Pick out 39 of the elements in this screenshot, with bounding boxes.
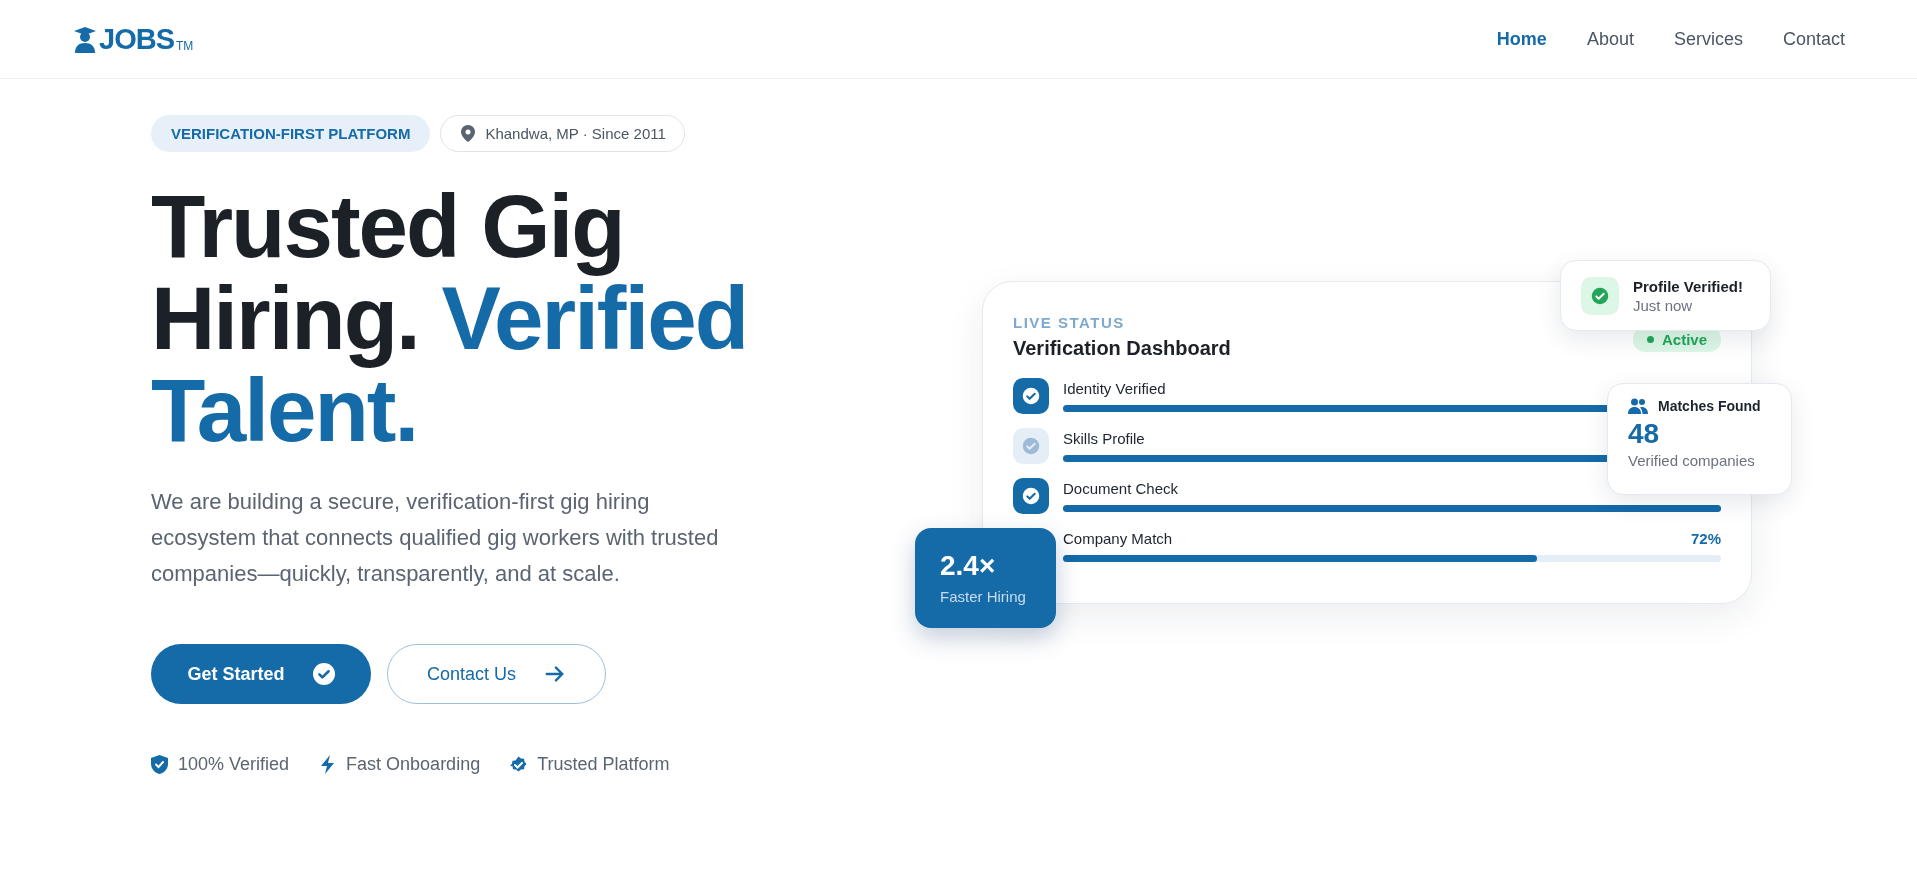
nav-link[interactable]: About — [1586, 28, 1634, 50]
logo-text: JOBS — [99, 22, 174, 56]
notification-time: Just now — [1633, 296, 1694, 314]
arrow-right-icon — [544, 663, 566, 685]
location-text: Khandwa, MP · Since 2011 — [485, 125, 666, 142]
matches-count: 48 — [1628, 418, 1661, 450]
headline: Trusted Gig Hiring. Verified Talent. — [151, 180, 749, 456]
hero-description: We are building a secure, verification-first gig hiring ecosystem that connects qualified gig workers with trusted companies—quickly, transparently, and at scale. — [151, 488, 720, 588]
people-icon — [1628, 398, 1648, 414]
row-label: Company Match — [1063, 530, 1173, 549]
feature-label: Fast Onboarding — [346, 754, 481, 775]
eyebrow-label: LIVE STATUS — [1013, 314, 1126, 331]
card-title: Verification Dashboard — [1013, 337, 1231, 360]
check-circle-icon — [312, 663, 335, 685]
nav-link[interactable]: Contact — [1782, 28, 1845, 50]
nav-link[interactable]: Services — [1673, 28, 1743, 50]
notification-title: Profile Verified! — [1633, 277, 1744, 295]
matches-title: Matches Found — [1658, 398, 1761, 414]
stat-value: 2.4× — [940, 550, 997, 582]
verified-badge-icon — [510, 755, 528, 774]
shield-check-icon — [151, 755, 168, 774]
row-label: Identity Verified — [1063, 380, 1166, 399]
percent-label: 72% — [1690, 530, 1721, 549]
row-label: Skills Profile — [1063, 430, 1145, 449]
check-icon — [1581, 276, 1619, 315]
graduate-icon — [73, 26, 97, 53]
location-pin-icon — [461, 125, 476, 142]
lightning-icon — [319, 755, 337, 774]
contact-button[interactable]: Contact Us — [387, 644, 606, 704]
stat-caption: Faster Hiring — [940, 588, 1027, 605]
nav-link[interactable]: Home — [1496, 28, 1547, 50]
status-dot — [1646, 336, 1654, 343]
tag-label: VERIFICATION-FIRST PLATFORM — [151, 115, 431, 152]
matches-caption: Verified companies — [1628, 452, 1756, 469]
feature-label: Trusted Platform — [537, 754, 670, 775]
row-label: Document Check — [1063, 480, 1179, 499]
trademark-mark: TM — [176, 38, 194, 53]
get-started-button[interactable]: Get Started — [151, 644, 371, 704]
feature-label: 100% Verified — [178, 754, 290, 775]
